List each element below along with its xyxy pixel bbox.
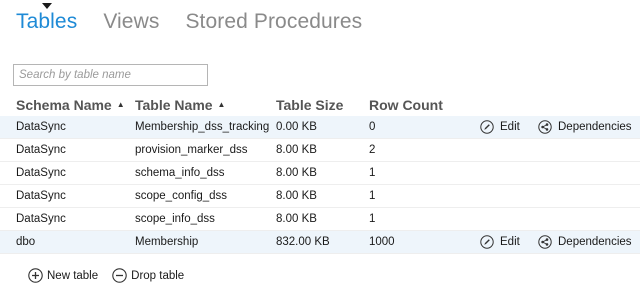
table-row[interactable]: DataSync provision_marker_dss 8.00 KB 2	[0, 139, 640, 162]
dependencies-button[interactable]: Dependencies	[538, 120, 632, 134]
column-header-rows-label: Row Count	[369, 97, 443, 113]
column-header-schema-label: Schema Name	[16, 97, 112, 113]
cell-row-count: 0	[369, 121, 376, 133]
tab-bar: Tables Views Stored Procedures	[16, 3, 388, 36]
cell-schema: DataSync	[16, 121, 66, 133]
cell-table-name: schema_info_dss	[135, 167, 225, 179]
table-row[interactable]: dbo Membership 832.00 KB 1000 Edit Depen…	[0, 231, 640, 254]
cell-row-count: 2	[369, 144, 376, 156]
tables-grid: Schema Name ▲ Table Name ▲ Table Size Ro…	[0, 94, 640, 254]
new-table-button[interactable]: New table	[28, 268, 98, 283]
table-row[interactable]: DataSync scope_info_dss 8.00 KB 1	[0, 208, 640, 231]
cell-row-count: 1000	[369, 236, 395, 248]
column-header-name[interactable]: Table Name ▲	[135, 97, 225, 113]
cell-row-count: 1	[369, 167, 376, 179]
cell-table-size: 8.00 KB	[276, 144, 317, 156]
new-table-label: New table	[47, 269, 99, 282]
edit-label: Edit	[500, 121, 520, 133]
cell-schema: DataSync	[16, 144, 66, 156]
tab-stored-procedures[interactable]: Stored Procedures	[185, 8, 362, 36]
caret-down-icon	[41, 3, 52, 9]
dependencies-icon	[538, 235, 552, 249]
table-manager: Tables Views Stored Procedures Schema Na…	[0, 0, 640, 291]
cell-row-count: 1	[369, 190, 376, 202]
cell-table-size: 0.00 KB	[276, 121, 317, 133]
cell-table-name: scope_info_dss	[135, 213, 215, 225]
dependencies-icon	[538, 120, 552, 134]
tab-tables[interactable]: Tables	[16, 3, 78, 36]
sort-ascending-icon: ▲	[217, 99, 226, 109]
sort-ascending-icon: ▲	[116, 99, 125, 109]
edit-icon	[480, 235, 494, 249]
edit-label: Edit	[500, 236, 520, 248]
cell-schema: DataSync	[16, 167, 66, 179]
cell-table-size: 8.00 KB	[276, 190, 317, 202]
cell-schema: DataSync	[16, 213, 66, 225]
column-header-size-label: Table Size	[276, 97, 344, 113]
cell-table-size: 832.00 KB	[276, 236, 330, 248]
cell-table-size: 8.00 KB	[276, 167, 317, 179]
column-header-size[interactable]: Table Size	[276, 97, 343, 113]
column-header-name-label: Table Name	[135, 97, 213, 113]
tab-stored-procedures-label: Stored Procedures	[185, 10, 363, 33]
tab-views[interactable]: Views	[103, 8, 159, 36]
cell-row-count: 1	[369, 213, 376, 225]
tab-views-label: Views	[103, 10, 160, 33]
table-actions: New table Drop table	[28, 268, 198, 283]
table-row[interactable]: DataSync schema_info_dss 8.00 KB 1	[0, 162, 640, 185]
edit-button[interactable]: Edit	[480, 120, 520, 134]
table-row[interactable]: DataSync scope_config_dss 8.00 KB 1	[0, 185, 640, 208]
minus-circle-icon	[112, 268, 127, 283]
table-header: Schema Name ▲ Table Name ▲ Table Size Ro…	[0, 94, 640, 116]
table-row[interactable]: DataSync Membership_dss_tracking 0.00 KB…	[0, 116, 640, 139]
column-header-schema[interactable]: Schema Name ▲	[16, 97, 125, 113]
edit-button[interactable]: Edit	[480, 235, 520, 249]
dependencies-label: Dependencies	[558, 236, 632, 248]
search-input[interactable]	[13, 64, 208, 86]
plus-circle-icon	[28, 268, 43, 283]
cell-schema: dbo	[16, 236, 36, 248]
drop-table-label: Drop table	[131, 269, 185, 282]
cell-table-name: Membership_dss_tracking	[135, 121, 270, 133]
tab-tables-label: Tables	[16, 10, 78, 33]
cell-table-size: 8.00 KB	[276, 213, 317, 225]
cell-table-name: provision_marker_dss	[135, 144, 248, 156]
cell-table-name: Membership	[135, 236, 199, 248]
edit-icon	[480, 120, 494, 134]
column-header-rows[interactable]: Row Count	[369, 97, 443, 113]
cell-table-name: scope_config_dss	[135, 190, 228, 202]
drop-table-button[interactable]: Drop table	[112, 268, 184, 283]
cell-schema: DataSync	[16, 190, 66, 202]
dependencies-button[interactable]: Dependencies	[538, 235, 632, 249]
dependencies-label: Dependencies	[558, 121, 632, 133]
